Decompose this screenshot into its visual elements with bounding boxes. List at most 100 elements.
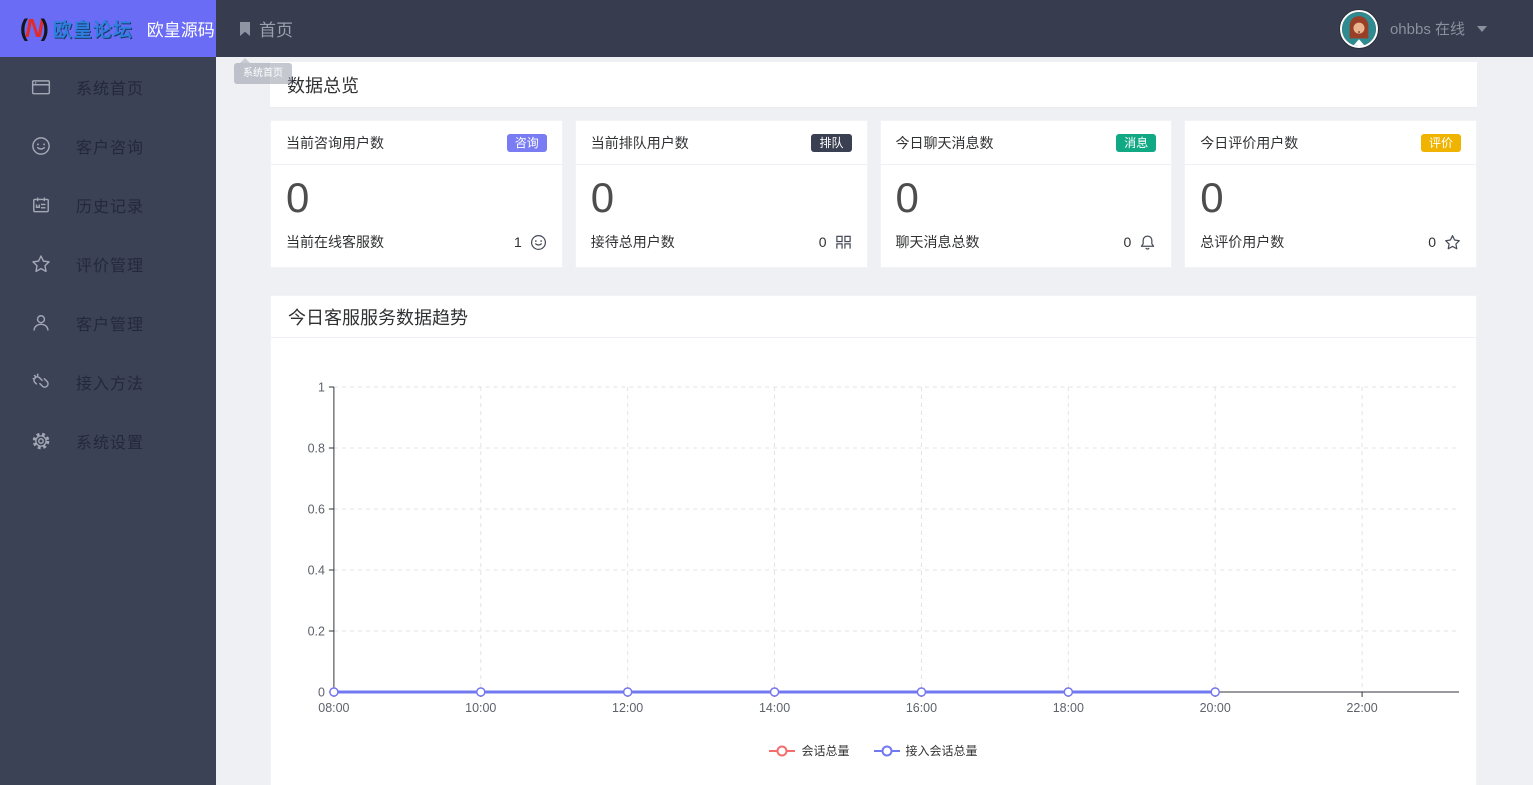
stat-card-footer: 当前在线客服数 1 [271, 232, 562, 267]
stat-footer-value: 0 [818, 234, 827, 250]
stat-cards-row: 当前咨询用户数 咨询 0 当前在线客服数 1 当前排队用户数 排队 0 接待总用… [270, 120, 1477, 268]
sidebar-item-label: 系统设置 [76, 434, 145, 452]
svg-text:0: 0 [318, 685, 325, 699]
status-badge: 咨询 [506, 133, 547, 152]
stat-card-title: 当前排队用户数 [590, 134, 689, 151]
svg-text:0.2: 0.2 [308, 624, 325, 638]
status-badge: 消息 [1116, 133, 1157, 152]
notebook-icon [30, 194, 52, 216]
sidebar: 系统首页 客户咨询 历史记录 评价管理 客户管理 接入方法 系统设置 [0, 57, 216, 785]
status-badge: 排队 [811, 133, 852, 152]
sidebar-item-integration[interactable]: 接入方法 [0, 352, 216, 411]
user-name-status: ohbbs 在线 [1389, 21, 1465, 38]
sidebar-item-label: 客户管理 [76, 316, 145, 334]
bell-icon [1141, 234, 1155, 250]
sidebar-item-settings[interactable]: 系统设置 [0, 411, 216, 470]
site-name: 欧皇源码 [146, 21, 215, 40]
stat-value: 0 [1200, 174, 1224, 221]
svg-text:14:00: 14:00 [759, 701, 790, 715]
sidebar-item-label: 客户咨询 [76, 139, 145, 157]
legend-marker-icon [769, 745, 796, 756]
main-content: 系统首页 数据总览 当前咨询用户数 咨询 0 当前在线客服数 1 当前排队用户数… [216, 57, 1533, 785]
svg-text:20:00: 20:00 [1200, 701, 1231, 715]
chart-plot-area: 0 0.2 0.4 0.6 0.8 1 08:00 10:00 12:00 14:00 16:00 1… [308, 380, 1460, 715]
star-icon [30, 253, 52, 275]
window-icon [30, 76, 52, 98]
sidebar-item-consult[interactable]: 客户咨询 [0, 116, 216, 175]
gear-icon [30, 430, 52, 452]
sidebar-item-customers[interactable]: 客户管理 [0, 293, 216, 352]
sidebar-item-reviews[interactable]: 评价管理 [0, 234, 216, 293]
legend-label: 会话总量 [801, 744, 850, 758]
svg-text:10:00: 10:00 [465, 701, 496, 715]
sidebar-item-home[interactable]: 系统首页 [0, 57, 216, 116]
svg-text:12:00: 12:00 [612, 701, 643, 715]
user-menu[interactable]: ohbbs 在线 [1339, 0, 1533, 57]
stat-footer-label: 接待总用户数 [590, 234, 675, 250]
svg-text:0.6: 0.6 [308, 502, 325, 516]
stat-value: 0 [286, 174, 310, 221]
stat-card-footer: 聊天消息总数 0 [881, 232, 1172, 267]
sidebar-item-label: 评价管理 [76, 257, 145, 275]
nav-home-label: 首页 [259, 21, 293, 40]
smiley-icon [530, 234, 546, 250]
stat-card-header: 当前排队用户数 排队 [575, 121, 867, 165]
legend-label: 接入会话总量 [905, 744, 978, 758]
stat-footer-value: 1 [513, 234, 522, 250]
star-icon [1445, 234, 1460, 249]
stat-card-title: 今日聊天消息数 [895, 134, 994, 151]
status-badge: 评价 [1420, 133, 1461, 152]
stat-value: 0 [895, 174, 919, 221]
overview-header-card: 数据总览 [270, 62, 1477, 108]
svg-text:22:00: 22:00 [1346, 701, 1377, 715]
collapsed-tab[interactable]: 系统首页 [234, 58, 292, 84]
line-chart: 0 0.2 0.4 0.6 0.8 1 08:00 10:00 12:00 14:00 16:00 1… [271, 338, 1476, 759]
stat-footer-value: 0 [1123, 234, 1132, 250]
svg-text:18:00: 18:00 [1053, 701, 1084, 715]
stat-card-footer: 接待总用户数 0 [576, 232, 867, 267]
broken-link-icon [30, 371, 52, 393]
stat-card-footer: 总评价用户数 0 [1185, 232, 1476, 267]
stat-card-ratings: 今日评价用户数 评价 0 总评价用户数 0 [1184, 120, 1477, 268]
svg-text:1: 1 [318, 380, 325, 394]
legend-marker-icon [873, 745, 900, 756]
overview-title: 数据总览 [287, 75, 359, 96]
chart-header: 今日客服服务数据趋势 [271, 296, 1476, 338]
logo: (N) 欧皇论坛 欧皇源码 [0, 0, 216, 57]
svg-text:08:00: 08:00 [318, 701, 349, 715]
stat-footer-value: 0 [1428, 234, 1436, 250]
legend-item[interactable]: 会话总量 [769, 742, 850, 759]
nav-tab-home[interactable]: 首页 [216, 0, 315, 57]
sidebar-item-history[interactable]: 历史记录 [0, 175, 216, 234]
svg-text:0.8: 0.8 [308, 441, 325, 455]
sidebar-item-label: 系统首页 [76, 80, 145, 98]
smiley-icon [30, 135, 52, 157]
sidebar-item-label: 接入方法 [76, 375, 145, 393]
grid-icon [835, 235, 851, 249]
svg-text:16:00: 16:00 [906, 701, 937, 715]
stat-card-messages: 今日聊天消息数 消息 0 聊天消息总数 0 [879, 120, 1173, 268]
avatar[interactable] [1339, 9, 1378, 48]
logo-paren-close: ) [40, 14, 49, 42]
stat-card-consulting: 当前咨询用户数 咨询 0 当前在线客服数 1 [270, 120, 563, 268]
stat-footer-label: 当前在线客服数 [286, 234, 384, 250]
chart-legend: 会话总量 接入会话总量 [271, 742, 1476, 759]
stat-card-title: 今日评价用户数 [1200, 134, 1299, 151]
sidebar-item-label: 历史记录 [76, 198, 145, 216]
bookmark-icon [240, 21, 250, 36]
legend-item[interactable]: 接入会话总量 [873, 742, 978, 759]
stat-footer-label: 聊天消息总数 [895, 234, 980, 250]
stat-card-header: 今日聊天消息数 消息 [880, 121, 1172, 165]
stat-value: 0 [590, 174, 615, 221]
stat-footer-label: 总评价用户数 [1200, 234, 1285, 250]
chart-title: 今日客服服务数据趋势 [288, 307, 468, 328]
chart-card: 今日客服服务数据趋势 0 0.2 0.4 0.6 0.8 1 08:00 10:00 12:00… [270, 295, 1477, 785]
svg-text:0.4: 0.4 [308, 563, 325, 577]
stat-card-header: 今日评价用户数 评价 [1185, 121, 1476, 165]
chevron-down-icon [1477, 25, 1487, 32]
topbar: (N) 欧皇论坛 欧皇源码 首页 ohbbs 在线 [0, 0, 1533, 57]
stat-card-title: 当前咨询用户数 [286, 134, 384, 151]
logo-forum-text: 欧皇论坛 [52, 20, 133, 41]
stat-card-queue: 当前排队用户数 排队 0 接待总用户数 0 [574, 120, 868, 268]
user-icon [30, 312, 52, 334]
